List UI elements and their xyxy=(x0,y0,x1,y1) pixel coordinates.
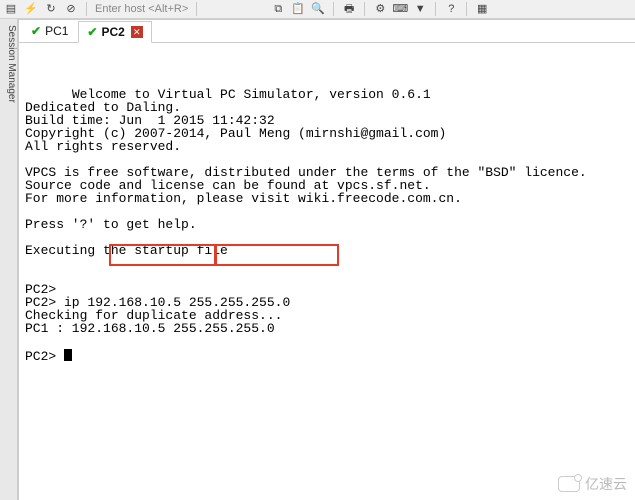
paste-icon[interactable]: 📋 xyxy=(291,2,305,16)
keyboard-icon[interactable]: ⌨ xyxy=(393,2,407,16)
app-icon[interactable]: ▦ xyxy=(475,2,489,16)
disconnect-icon[interactable]: ⊘ xyxy=(64,2,78,16)
close-icon[interactable]: ✕ xyxy=(131,26,143,38)
watermark: 亿速云 xyxy=(558,474,627,494)
copy-icon[interactable]: ⧉ xyxy=(271,2,285,16)
help-icon[interactable]: ? xyxy=(444,2,458,16)
connect-icon[interactable]: ⚡ xyxy=(24,2,38,16)
cursor xyxy=(64,349,72,361)
highlight-subnet-mask xyxy=(215,244,339,266)
print-icon[interactable]: 🖶 xyxy=(342,2,356,16)
tab-label: PC1 xyxy=(45,24,68,38)
terminal-area[interactable]: Welcome to Virtual PC Simulator, version… xyxy=(19,43,635,500)
separator xyxy=(86,2,87,16)
check-icon: ✔ xyxy=(87,25,97,39)
host-input[interactable]: Enter host <Alt+R> xyxy=(95,3,188,15)
tab-pc1[interactable]: ✔ PC1 xyxy=(23,21,76,41)
watermark-text: 亿速云 xyxy=(585,474,627,494)
separator xyxy=(364,2,365,16)
find-icon[interactable]: 🔍 xyxy=(311,2,325,16)
toolbar: ▤ ⚡ ↻ ⊘ Enter host <Alt+R> ⧉ 📋 🔍 🖶 ⚙ ⌨ ▼… xyxy=(0,0,635,19)
session-manager-sidebar[interactable]: Session Manager xyxy=(0,19,18,500)
refresh-icon[interactable]: ↻ xyxy=(44,2,58,16)
tab-pc2[interactable]: ✔ PC2 ✕ xyxy=(78,21,151,43)
tab-bar: ✔ PC1 ✔ PC2 ✕ xyxy=(19,19,635,43)
gear-icon[interactable]: ⚙ xyxy=(373,2,387,16)
check-icon: ✔ xyxy=(31,24,41,38)
separator xyxy=(333,2,334,16)
menu-icon[interactable]: ▤ xyxy=(4,2,18,16)
filter-icon[interactable]: ▼ xyxy=(413,2,427,16)
watermark-logo-icon xyxy=(558,476,580,492)
separator xyxy=(435,2,436,16)
separator xyxy=(196,2,197,16)
tab-label: PC2 xyxy=(101,25,124,39)
separator xyxy=(466,2,467,16)
terminal-output: Welcome to Virtual PC Simulator, version… xyxy=(25,49,629,500)
